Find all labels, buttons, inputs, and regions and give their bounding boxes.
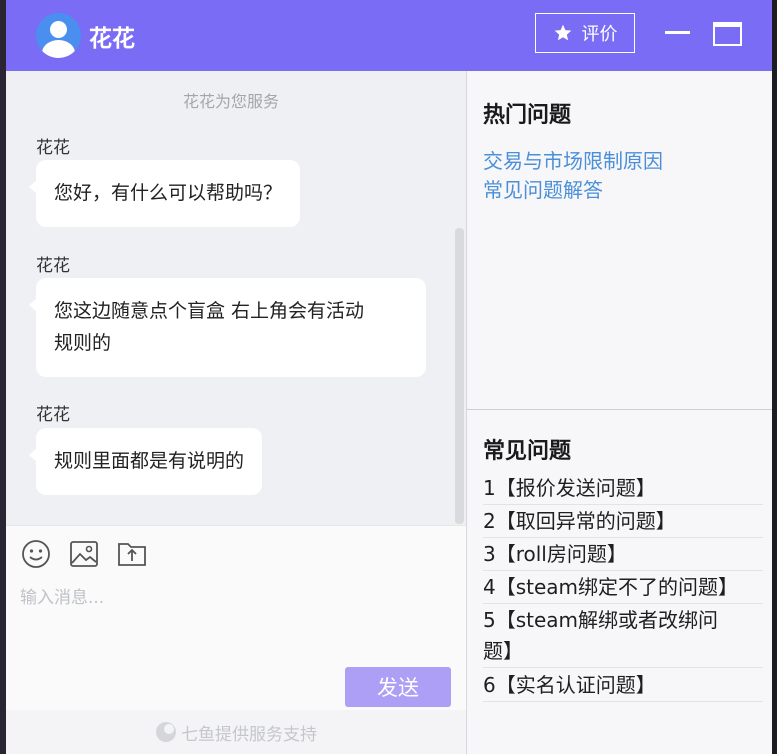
message-sender: 花花 xyxy=(36,256,70,276)
powered-by-text: 七鱼提供服务支持 xyxy=(181,724,317,745)
faq-title: 常见问题 xyxy=(483,439,572,464)
faq-item-text: 4【steam绑定不了的问题】 xyxy=(483,575,739,599)
message-text-line: 规则里面都是有说明的 xyxy=(54,450,245,472)
hot-question-link[interactable]: 常见问题解答 xyxy=(483,174,603,203)
faq-item-text: 2【取回异常的问题】 xyxy=(483,509,676,533)
scrollbar[interactable] xyxy=(455,228,464,524)
chat-window: 花花 评价 花花为您服务 花花 您好，有什么可以帮助吗？ 花花 您这边随意点个盲… xyxy=(6,0,772,754)
faq-item[interactable]: 1【报价发送问题】 xyxy=(483,473,763,505)
send-button[interactable]: 发送 xyxy=(345,667,451,707)
faq-sidebar: 热门问题 交易与市场限制原因 常见问题解答 常见问题 1【报价发送问题】 2【取… xyxy=(467,71,772,754)
message-sender: 花花 xyxy=(36,405,70,425)
sidebar-divider xyxy=(467,409,772,410)
faq-item[interactable]: 3【roll房问题】 xyxy=(483,539,763,571)
message-sender: 花花 xyxy=(36,138,70,158)
message-list[interactable]: 花花为您服务 花花 您好，有什么可以帮助吗？ 花花 您这边随意点个盲盒 右上角会… xyxy=(6,71,467,525)
hot-question-link[interactable]: 交易与市场限制原因 xyxy=(483,145,663,174)
minimize-icon xyxy=(665,31,690,34)
faq-item[interactable]: 2【取回异常的问题】 xyxy=(483,506,763,538)
message-text-line: 您好，有什么可以帮助吗？ xyxy=(54,182,283,204)
faq-item[interactable]: 6【实名认证问题】 xyxy=(483,670,763,702)
image-icon xyxy=(70,541,98,567)
message-bubble: 您这边随意点个盲盒 右上角会有活动 规则的 xyxy=(29,278,426,377)
upload-file-icon xyxy=(118,543,146,566)
maximize-button[interactable] xyxy=(713,22,742,46)
faq-item-text: 6【实名认证问题】 xyxy=(483,673,656,697)
message-input[interactable] xyxy=(20,584,450,612)
message-bubble: 您好，有什么可以帮助吗？ xyxy=(28,160,301,227)
agent-name: 花花 xyxy=(89,26,135,52)
rate-button-label: 评价 xyxy=(581,24,618,45)
faq-item-text: 3【roll房问题】 xyxy=(483,542,627,566)
avatar-body-shape xyxy=(42,40,75,58)
message-text-line: 规则的 xyxy=(54,332,112,354)
service-note: 花花为您服务 xyxy=(182,92,279,111)
header-bar: 花花 评价 xyxy=(6,0,772,71)
agent-avatar xyxy=(36,13,81,58)
composer: 发送 xyxy=(6,525,467,710)
qiyu-logo-icon xyxy=(156,722,176,742)
upload-file-button[interactable] xyxy=(117,539,147,569)
faq-item-text: 题】 xyxy=(483,639,523,663)
hot-questions-title: 热门问题 xyxy=(483,103,572,128)
avatar-head-shape xyxy=(50,21,67,38)
faq-item-text: 5【steam解绑或者改绑问 xyxy=(483,608,719,632)
message-text-line: 您这边随意点个盲盒 右上角会有活动 xyxy=(54,300,365,322)
faq-item-text: 1【报价发送问题】 xyxy=(483,476,656,500)
star-icon xyxy=(554,24,571,41)
emoji-button[interactable] xyxy=(21,539,51,569)
message-bubble: 规则里面都是有说明的 xyxy=(28,428,263,495)
faq-item[interactable]: 4【steam绑定不了的问题】 xyxy=(483,572,763,604)
minimize-button[interactable] xyxy=(665,23,690,43)
image-button[interactable] xyxy=(69,539,99,569)
powered-by-footer: 七鱼提供服务支持 xyxy=(6,710,467,754)
rate-button[interactable]: 评价 xyxy=(535,13,635,53)
emoji-icon xyxy=(22,540,50,568)
faq-item[interactable]: 5【steam解绑或者改绑问 题】 xyxy=(483,605,763,668)
